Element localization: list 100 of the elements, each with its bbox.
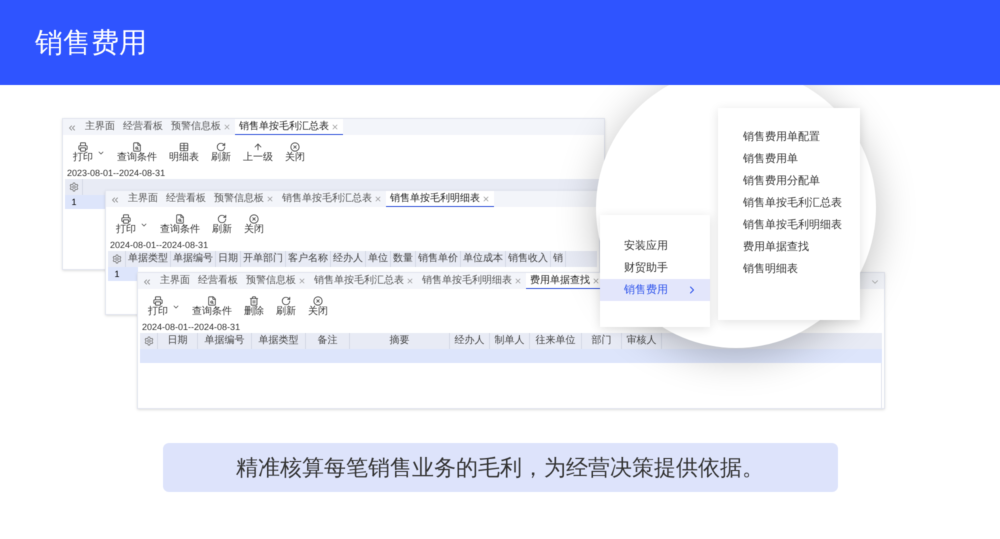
toolbar-button[interactable]: 关闭: [240, 214, 268, 235]
column-header: 单据编号: [171, 251, 216, 267]
collapse-icon[interactable]: [67, 123, 77, 133]
collapse-icon[interactable]: [110, 195, 120, 205]
tab[interactable]: 主界面: [81, 119, 119, 135]
refresh-icon: [217, 214, 227, 224]
tab-label: 销售单按毛利汇总表: [239, 120, 329, 132]
toolbar-button[interactable]: 关闭: [281, 142, 309, 163]
toolbar-button[interactable]: 刷新: [208, 214, 236, 235]
column-header: 日期: [216, 251, 241, 267]
tab[interactable]: 预警信息板: [242, 273, 310, 289]
query-icon: [175, 214, 185, 224]
close-icon[interactable]: [374, 195, 382, 203]
caption-box: 精准核算每笔销售业务的毛利，为经营决策提供依据。: [162, 443, 838, 492]
tab[interactable]: 主界面: [156, 273, 194, 289]
tab[interactable]: 预警信息板: [167, 119, 235, 135]
submenu-item[interactable]: 销售费用单配置: [718, 126, 860, 148]
tab[interactable]: 预警信息板: [210, 191, 278, 207]
tab-label: 销售单按毛利汇总表: [282, 193, 372, 205]
submenu-item[interactable]: 销售明细表: [718, 258, 860, 280]
tab[interactable]: 销售单按毛利明细表: [418, 273, 526, 289]
tab[interactable]: 经营看板: [162, 191, 210, 207]
toolbar-button[interactable]: 删除: [240, 296, 268, 317]
refresh-icon: [281, 296, 291, 306]
table-row[interactable]: 1: [108, 267, 138, 281]
close-icon[interactable]: [514, 277, 522, 285]
menu-item[interactable]: 销售费用: [600, 279, 710, 301]
toolbar-button[interactable]: 打印: [144, 296, 184, 317]
toolbar-button[interactable]: 上一级: [239, 142, 277, 163]
collapse-icon[interactable]: [142, 277, 152, 287]
column-header: 销售收入: [506, 251, 551, 267]
menu-item[interactable]: 安装应用: [600, 235, 710, 257]
column-header: 单位成本: [461, 251, 506, 267]
close-icon[interactable]: [482, 194, 490, 202]
close-icon: [290, 142, 300, 152]
close-icon[interactable]: [592, 276, 600, 284]
refresh-icon: [216, 142, 226, 152]
toolbar-button[interactable]: 关闭: [304, 296, 332, 317]
tab[interactable]: 销售单按毛利汇总表: [235, 119, 343, 135]
close-icon: [249, 214, 259, 224]
toolbar-button[interactable]: 查询条件: [156, 214, 204, 235]
toolbar-button[interactable]: 明细表: [165, 142, 203, 163]
tab[interactable]: 销售单按毛利汇总表: [310, 273, 418, 289]
tab-label: 主界面: [160, 275, 190, 287]
toolbar-button[interactable]: 查询条件: [188, 296, 236, 317]
toolbar-button[interactable]: 刷新: [207, 142, 235, 163]
table-row[interactable]: 1: [65, 195, 105, 209]
close-icon[interactable]: [331, 122, 339, 130]
close-icon: [313, 296, 323, 306]
tab-label: 预警信息板: [171, 121, 221, 133]
submenu-item[interactable]: 销售费用分配单: [718, 170, 860, 192]
submenu-item[interactable]: 销售单按毛利汇总表: [718, 192, 860, 214]
tab-label: 费用单据查找: [530, 274, 590, 286]
settings-icon[interactable]: [144, 336, 154, 346]
close-icon[interactable]: [266, 195, 274, 203]
tab-label: 经营看板: [123, 121, 163, 133]
date-range: 2024-08-01--2024-08-31: [141, 321, 242, 333]
row-number: 1: [113, 268, 120, 281]
toolbar-button[interactable]: 刷新: [272, 296, 300, 317]
close-icon[interactable]: [406, 277, 414, 285]
query-icon: [132, 142, 142, 152]
query-icon: [207, 296, 217, 306]
tab[interactable]: 销售单按毛利汇总表: [278, 191, 386, 207]
date-range: 2023-08-01--2024-08-31: [66, 167, 166, 179]
toolbar-button[interactable]: 打印: [112, 214, 152, 235]
toolbar-button[interactable]: 打印: [69, 142, 109, 163]
printer-icon: [121, 214, 131, 224]
submenu-item[interactable]: 销售单按毛利明细表: [718, 214, 860, 236]
tab-label: 主界面: [128, 193, 158, 205]
settings-icon[interactable]: [68, 182, 78, 192]
tab-label: 销售单按毛利明细表: [390, 192, 480, 204]
row-number: 1: [70, 196, 78, 209]
column-header: 数量: [391, 251, 416, 267]
column-header: 开单部门: [241, 251, 286, 267]
printer-icon: [153, 296, 163, 306]
printer-icon: [78, 142, 88, 152]
page-title: 销售费用: [35, 26, 147, 60]
tab-label: 经营看板: [166, 193, 206, 205]
settings-icon[interactable]: [112, 254, 122, 264]
tab-label: 预警信息板: [246, 275, 296, 287]
close-icon[interactable]: [298, 277, 306, 285]
submenu-item[interactable]: 销售费用单: [718, 148, 860, 170]
column-header: 销: [551, 251, 566, 267]
tab[interactable]: 销售单按毛利明细表: [386, 191, 494, 207]
tab[interactable]: 主界面: [124, 191, 162, 207]
column-header: 经办人: [331, 251, 366, 267]
close-icon[interactable]: [223, 123, 231, 131]
tab-label: 销售单按毛利明细表: [422, 275, 512, 287]
table-icon: [179, 142, 189, 152]
tab-label: 主界面: [85, 121, 115, 133]
column-header: 销售单价: [416, 251, 461, 267]
date-range: 2024-08-01--2024-08-31: [109, 239, 210, 251]
column-header: 客户名称: [286, 251, 331, 267]
column-header: 单位: [366, 251, 391, 267]
tab[interactable]: 经营看板: [119, 119, 167, 135]
tab-label: 经营看板: [198, 275, 238, 287]
tab[interactable]: 经营看板: [194, 273, 242, 289]
submenu-item[interactable]: 费用单据查找: [718, 236, 860, 258]
tab-label: 预警信息板: [214, 193, 264, 205]
toolbar-button[interactable]: 查询条件: [113, 142, 161, 163]
